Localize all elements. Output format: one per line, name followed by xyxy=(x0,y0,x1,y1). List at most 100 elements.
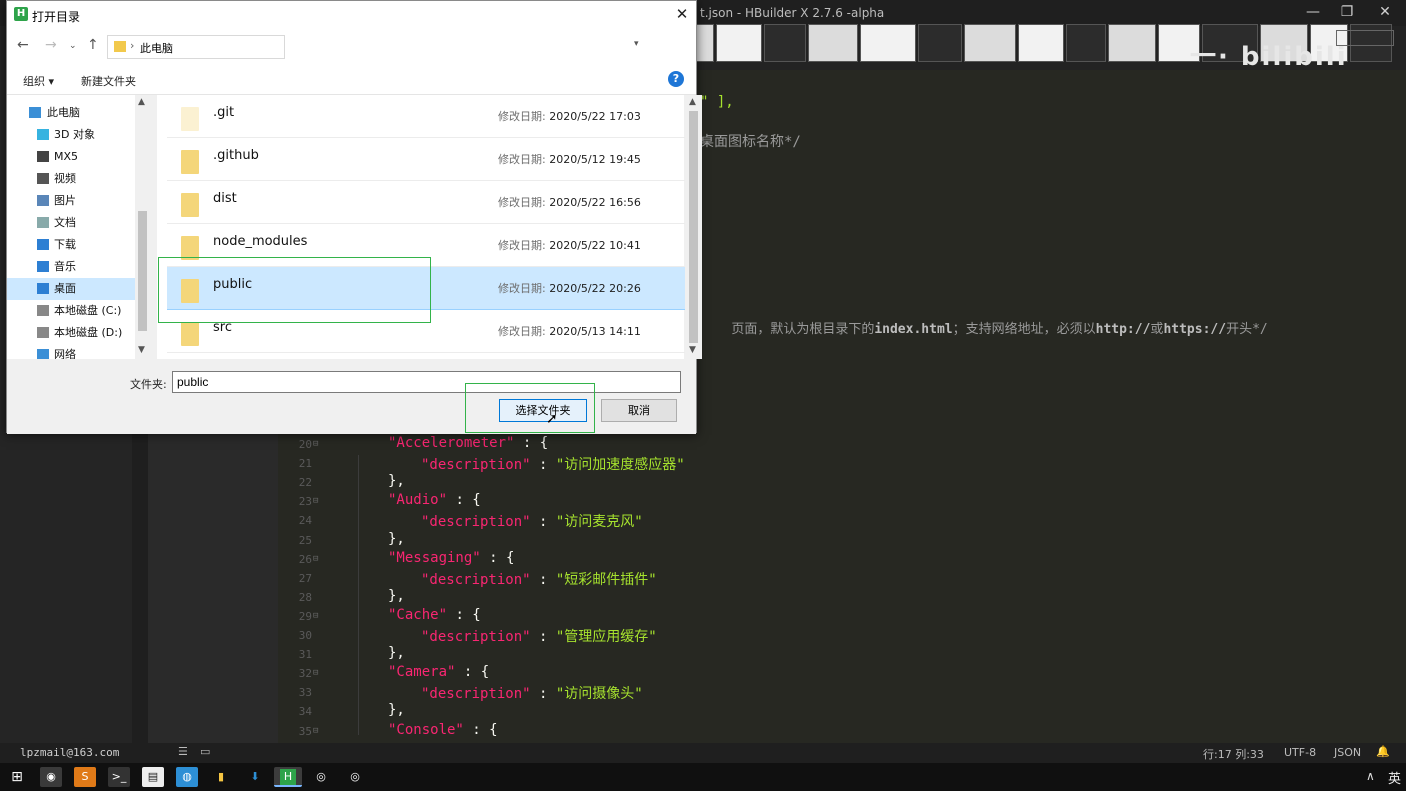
nav-item[interactable]: 文档 xyxy=(7,212,135,234)
hbuilder-app-icon[interactable]: H xyxy=(274,767,302,787)
nav-item[interactable]: 本地磁盘 (C:) xyxy=(7,300,135,322)
ime-indicator[interactable]: 英 xyxy=(1388,768,1401,787)
window-thumbnail[interactable] xyxy=(860,24,916,62)
terminal-icon[interactable]: ▭ xyxy=(200,745,210,758)
window-thumbnail[interactable] xyxy=(1108,24,1156,62)
nav-item[interactable]: 下载 xyxy=(7,234,135,256)
code-line[interactable]: }, xyxy=(388,473,405,489)
code-line[interactable]: "Camera" : { xyxy=(388,664,489,680)
nav-item[interactable]: 此电脑 xyxy=(7,102,135,124)
file-row[interactable]: .git 修改日期: 2020/5/22 17:03 xyxy=(167,95,687,138)
window-thumbnail[interactable] xyxy=(918,24,962,62)
code-line[interactable]: "description" : "访问摄像头" xyxy=(421,683,643,703)
obs-icon-2[interactable]: ◎ xyxy=(344,767,366,787)
code-line[interactable]: "Audio" : { xyxy=(388,492,481,508)
file-row[interactable]: dist 修改日期: 2020/5/22 16:56 xyxy=(167,181,687,224)
fold-icon[interactable]: ⊟ xyxy=(313,554,318,564)
terminal-app-icon[interactable]: >_ xyxy=(108,767,130,787)
bell-icon[interactable]: 🔔 xyxy=(1376,745,1390,758)
window-thumbnail[interactable] xyxy=(1066,24,1106,62)
dialog-title: 打开目录 xyxy=(32,10,81,24)
code-line[interactable]: "description" : "短彩邮件插件" xyxy=(421,569,657,589)
editor-search-box[interactable] xyxy=(1336,30,1394,46)
code-line[interactable]: }, xyxy=(388,531,405,547)
window-thumbnail[interactable] xyxy=(1018,24,1064,62)
list-icon[interactable]: ☰ xyxy=(178,745,188,758)
fold-icon[interactable]: ⊟ xyxy=(313,496,318,506)
code-line[interactable]: "Cache" : { xyxy=(388,607,481,623)
fold-icon[interactable]: ⊟ xyxy=(313,439,318,449)
scroll-up-icon[interactable]: ▲ xyxy=(138,97,145,107)
nav-item-label: 此电脑 xyxy=(47,106,80,119)
nav-item[interactable]: MX5 xyxy=(7,146,135,168)
scroll-down-icon[interactable]: ▼ xyxy=(138,345,145,355)
scroll-up-icon[interactable]: ▲ xyxy=(689,97,696,107)
chat-app-icon[interactable]: ◍ xyxy=(176,767,198,787)
scroll-down-icon[interactable]: ▼ xyxy=(689,345,696,355)
code-line[interactable]: }, xyxy=(388,588,405,604)
minimize-icon[interactable]: — xyxy=(1296,0,1330,26)
code-line[interactable]: "Messaging" : { xyxy=(388,550,514,566)
cursor-position[interactable]: 行:17 列:33 xyxy=(1203,746,1264,762)
back-arrow-icon[interactable]: ← xyxy=(17,37,29,53)
encoding[interactable]: UTF-8 xyxy=(1284,746,1316,759)
help-icon[interactable]: ? xyxy=(668,71,684,87)
address-box[interactable]: › 此电脑 xyxy=(107,35,285,59)
date-value: 2020/5/13 14:11 xyxy=(549,325,641,338)
nav-scrollbar[interactable]: ▲ ▼ xyxy=(135,95,150,359)
code-line[interactable]: "Console" : { xyxy=(388,722,498,738)
drive-icon xyxy=(37,305,49,316)
code-line[interactable]: "description" : "管理应用缓存" xyxy=(421,626,657,646)
chrome-icon[interactable]: ◉ xyxy=(40,767,62,787)
up-arrow-icon[interactable]: ↑ xyxy=(87,37,99,53)
windows-start-icon[interactable]: ⊞ xyxy=(6,767,28,787)
recent-dropdown-icon[interactable]: ⌄ xyxy=(69,41,77,51)
code-line[interactable]: }, xyxy=(388,702,405,718)
folder-name-input[interactable] xyxy=(172,371,681,393)
dialog-titlebar[interactable]: H 打开目录 ✕ xyxy=(7,1,696,29)
address-dropdown-icon[interactable]: ▾ xyxy=(634,39,639,49)
nav-item-label: 视频 xyxy=(54,172,76,185)
close-icon[interactable]: ✕ xyxy=(671,4,693,26)
fold-icon[interactable]: ⊟ xyxy=(313,726,318,736)
file-row[interactable]: .github 修改日期: 2020/5/12 19:45 xyxy=(167,138,687,181)
nav-item[interactable]: 3D 对象 xyxy=(7,124,135,146)
scroll-thumb[interactable] xyxy=(138,211,147,331)
nav-item[interactable]: 音乐 xyxy=(7,256,135,278)
scroll-thumb[interactable] xyxy=(689,111,698,343)
window-thumbnail[interactable] xyxy=(764,24,806,62)
command-bar: 组织 ▾ 新建文件夹 xyxy=(7,65,696,95)
sublime-icon[interactable]: S xyxy=(74,767,96,787)
nav-item-label: 下载 xyxy=(54,238,76,251)
nav-item[interactable]: 视频 xyxy=(7,168,135,190)
organize-button[interactable]: 组织 ▾ xyxy=(23,73,54,89)
fold-icon[interactable]: ⊟ xyxy=(313,611,318,621)
tray-chevron-icon[interactable]: ∧ xyxy=(1366,769,1375,783)
maximize-icon[interactable]: ❐ xyxy=(1330,0,1364,26)
download-app-icon[interactable]: ⬇ xyxy=(244,767,266,787)
video-icon xyxy=(37,173,49,184)
cancel-button[interactable]: 取消 xyxy=(601,399,677,422)
close-window-icon[interactable]: ✕ xyxy=(1368,0,1402,26)
file-explorer-icon[interactable]: ▮ xyxy=(210,767,232,787)
new-folder-button[interactable]: 新建文件夹 xyxy=(81,73,136,89)
file-name: .github xyxy=(213,148,259,163)
nav-item[interactable]: 本地磁盘 (D:) xyxy=(7,322,135,344)
nav-item[interactable]: 图片 xyxy=(7,190,135,212)
window-thumbnail[interactable] xyxy=(716,24,762,62)
window-thumbnail[interactable] xyxy=(964,24,1016,62)
code-line[interactable]: "description" : "访问加速度感应器" xyxy=(421,454,685,474)
notepad-icon[interactable]: ▤ xyxy=(142,767,164,787)
code-line[interactable]: }, xyxy=(388,645,405,661)
file-scrollbar[interactable]: ▲ ▼ xyxy=(685,95,702,359)
date-label: 修改日期: xyxy=(498,110,546,123)
forward-arrow-icon[interactable]: → xyxy=(45,37,57,53)
fold-icon[interactable]: ⊟ xyxy=(313,668,318,678)
code-line[interactable]: "description" : "访问麦克风" xyxy=(421,511,643,531)
window-thumbnail[interactable] xyxy=(808,24,858,62)
nav-item[interactable]: 桌面 xyxy=(7,278,135,300)
obs-icon[interactable]: ◎ xyxy=(310,767,332,787)
language-mode[interactable]: JSON xyxy=(1334,746,1361,759)
code-line[interactable]: "Accelerometer" : { xyxy=(388,435,548,451)
user-account[interactable]: lpzmail@163.com xyxy=(20,746,119,759)
